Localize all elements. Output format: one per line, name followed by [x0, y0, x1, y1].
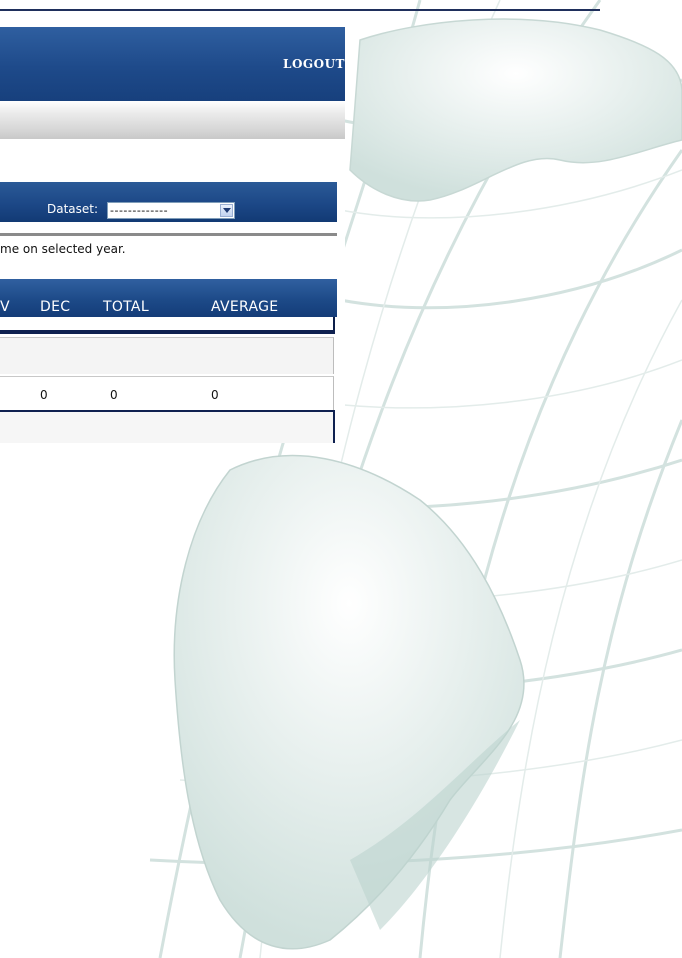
- table-spacer-row: [0, 317, 335, 330]
- table-footer-row: [0, 410, 335, 443]
- dataset-label: Dataset:: [47, 202, 99, 216]
- top-divider: [0, 9, 600, 11]
- sub-navigation-bar: [0, 101, 345, 139]
- cell-total: 0: [110, 388, 118, 402]
- info-text: me on selected year.: [0, 242, 126, 256]
- dataset-select[interactable]: -------------: [107, 202, 235, 219]
- column-header-average: AVERAGE: [211, 299, 279, 315]
- table-row: [0, 337, 334, 374]
- table-separator: [0, 330, 335, 334]
- cell-dec: 0: [40, 388, 48, 402]
- dataset-select-value: -------------: [110, 204, 169, 217]
- logout-link[interactable]: LOGOUT: [283, 57, 345, 71]
- column-header-dec: DEC: [40, 299, 71, 315]
- column-header-nov: V: [0, 299, 10, 315]
- cell-average: 0: [211, 388, 219, 402]
- column-header-total: TOTAL: [103, 299, 149, 315]
- table-row: 0 0 0: [0, 376, 334, 410]
- header-bar: LOGOUT: [0, 27, 345, 101]
- dropdown-arrow-icon[interactable]: [220, 204, 233, 217]
- section-divider: [0, 233, 337, 236]
- table-header: V DEC TOTAL AVERAGE: [0, 279, 337, 317]
- app-panel: LOGOUT Dataset: ------------- me on sele…: [0, 27, 345, 443]
